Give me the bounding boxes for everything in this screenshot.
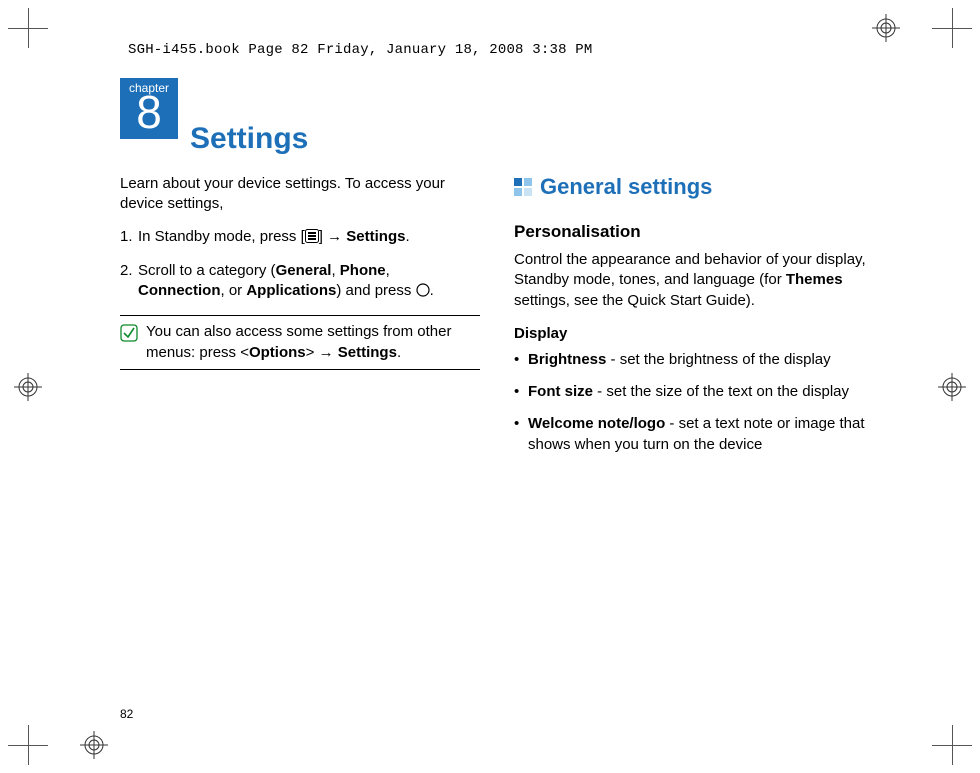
note-text-part: .	[397, 344, 401, 361]
section-title: General settings	[540, 174, 712, 200]
right-column: General settings Personalisation Control…	[514, 174, 874, 467]
display-bullets: Brightness - set the brightness of the d…	[514, 350, 874, 455]
step-1: In Standby mode, press [ ] → Settings.	[120, 227, 480, 249]
display-heading: Display	[514, 325, 874, 342]
chapter-title: Settings	[190, 122, 308, 156]
bullet-text: - set the brightness of the display	[606, 351, 830, 368]
crop-mark-icon	[8, 725, 48, 765]
note-icon	[120, 324, 138, 363]
bullet-bold: Welcome note/logo	[528, 415, 665, 432]
section-heading: General settings	[514, 174, 874, 200]
step-text-bold: General	[276, 262, 332, 279]
note-box: You can also access some settings from o…	[120, 315, 480, 370]
step-text-bold: Connection	[138, 282, 221, 299]
body-text-bold: Themes	[786, 271, 843, 288]
bullet-bold: Brightness	[528, 351, 606, 368]
personalisation-text: Control the appearance and behavior of y…	[514, 250, 874, 311]
crop-mark-icon	[932, 725, 972, 765]
step-text: ) and press	[336, 282, 415, 299]
ok-key-icon	[416, 283, 430, 303]
bullet-welcome-note: Welcome note/logo - set a text note or i…	[514, 414, 874, 455]
step-2: Scroll to a category (General, Phone, Co…	[120, 261, 480, 304]
crop-mark-icon	[8, 8, 48, 48]
page-number: 82	[120, 707, 133, 721]
bullet-brightness: Brightness - set the brightness of the d…	[514, 350, 874, 370]
chapter-header: chapter 8 Settings	[120, 78, 880, 156]
bullet-bold: Font size	[528, 383, 593, 400]
registration-mark-icon	[872, 14, 900, 42]
registration-mark-icon	[14, 373, 42, 401]
chapter-number: 8	[136, 86, 162, 138]
step-text: In Standby mode, press [	[138, 228, 305, 245]
registration-mark-icon	[938, 373, 966, 401]
crop-mark-icon	[932, 8, 972, 48]
step-text: Scroll to a category (	[138, 262, 276, 279]
note-text-bold: Settings	[338, 344, 397, 361]
left-column: Learn about your device settings. To acc…	[120, 174, 480, 467]
body-text: settings, see the Quick Start Guide).	[514, 292, 755, 309]
step-text-bold: Applications	[246, 282, 336, 299]
personalisation-heading: Personalisation	[514, 222, 874, 242]
bullet-font-size: Font size - set the size of the text on …	[514, 382, 874, 402]
step-text: .	[405, 228, 409, 245]
page-content: chapter 8 Settings Learn about your devi…	[120, 78, 880, 467]
step-text-bold: Settings	[346, 228, 405, 245]
step-text: ] →	[319, 228, 347, 245]
note-text: You can also access some settings from o…	[146, 322, 480, 363]
registration-mark-icon	[80, 731, 108, 759]
menu-key-icon	[305, 229, 319, 249]
steps-list: In Standby mode, press [ ] → Settings. Sc…	[120, 227, 480, 304]
step-text-bold: Phone	[340, 262, 386, 279]
note-text-bold: Options	[249, 344, 306, 361]
note-text-part: > →	[306, 344, 338, 361]
bullet-text: - set the size of the text on the displa…	[593, 383, 849, 400]
step-text: .	[430, 282, 434, 299]
page-header-info: SGH-i455.book Page 82 Friday, January 18…	[128, 42, 592, 58]
section-squares-icon	[514, 178, 532, 196]
chapter-badge: chapter 8	[120, 78, 178, 139]
intro-text: Learn about your device settings. To acc…	[120, 174, 480, 215]
